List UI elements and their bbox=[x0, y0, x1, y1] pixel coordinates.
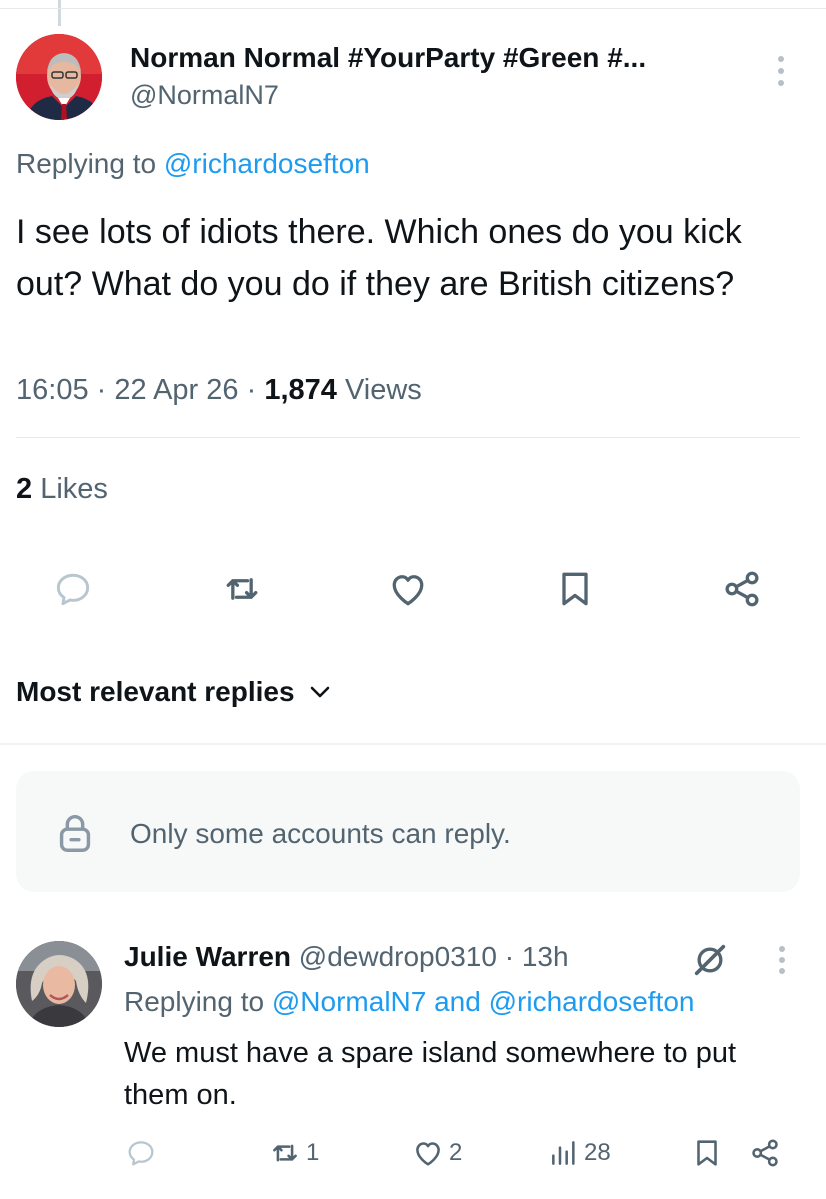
likes-label: Likes bbox=[40, 473, 108, 505]
reply-share-button[interactable] bbox=[748, 1136, 782, 1170]
replies-sort-label: Most relevant replies bbox=[16, 676, 295, 707]
reply-header: Julie Warren @dewdrop0310 · 13h bbox=[124, 941, 569, 973]
share-button[interactable] bbox=[714, 561, 770, 617]
meta-separator: · bbox=[504, 941, 515, 972]
tweet-text: I see lots of idiots there. Which ones d… bbox=[16, 213, 742, 303]
retweet-icon bbox=[273, 1144, 297, 1162]
reply-views-count: 28 bbox=[584, 1139, 611, 1166]
reply-retweet-count: 1 bbox=[306, 1139, 320, 1166]
views-label: Views bbox=[344, 374, 422, 406]
author-handle[interactable]: @NormalN7 bbox=[130, 80, 279, 111]
retweet-icon bbox=[226, 578, 258, 600]
reply-author-name[interactable]: Julie Warren bbox=[124, 941, 291, 972]
reply-views-button[interactable]: 28 bbox=[548, 1136, 611, 1170]
reply-author-avatar[interactable] bbox=[16, 941, 102, 1027]
views-count: 1,874 bbox=[264, 374, 337, 406]
bookmark-button[interactable] bbox=[547, 561, 603, 617]
likes-summary[interactable]: 2 Likes bbox=[16, 473, 108, 506]
replying-to: Replying to @richardosefton bbox=[16, 148, 370, 180]
reply-time[interactable]: 13h bbox=[522, 941, 569, 972]
avatar-image bbox=[16, 941, 102, 1027]
reply-more-options-icon[interactable] bbox=[772, 944, 792, 980]
likes-count: 2 bbox=[16, 473, 33, 505]
author-name[interactable]: Norman Normal #YourParty #Green #... bbox=[130, 42, 646, 74]
grok-icon[interactable] bbox=[690, 940, 730, 985]
reply-like-button[interactable]: 2 bbox=[411, 1136, 462, 1170]
lock-icon bbox=[52, 810, 98, 861]
replying-prefix: Replying to bbox=[16, 148, 157, 179]
reply-reply-button[interactable] bbox=[124, 1136, 158, 1170]
bookmark-icon bbox=[562, 572, 588, 606]
share-icon bbox=[725, 571, 759, 607]
reply-icon bbox=[56, 573, 90, 606]
avatar-image bbox=[16, 34, 102, 120]
more-options-icon[interactable] bbox=[771, 54, 791, 90]
tweet-date[interactable]: 22 Apr 26 bbox=[114, 374, 238, 406]
replying-mention[interactable]: @NormalN7 bbox=[272, 986, 426, 1017]
like-button[interactable] bbox=[380, 561, 436, 617]
reply-button[interactable] bbox=[45, 561, 101, 617]
replying-mention[interactable]: @richardosefton bbox=[489, 986, 695, 1017]
reply-like-count: 2 bbox=[449, 1139, 463, 1166]
replying-and: and bbox=[434, 986, 481, 1017]
author-avatar[interactable] bbox=[16, 34, 102, 120]
replies-sort-dropdown[interactable]: Most relevant replies bbox=[16, 676, 331, 708]
divider bbox=[16, 437, 800, 438]
reply-icon bbox=[128, 1141, 154, 1166]
divider bbox=[0, 743, 826, 745]
bookmark-icon bbox=[697, 1140, 717, 1166]
reply-restriction-text: Only some accounts can reply. bbox=[130, 818, 511, 849]
like-icon bbox=[416, 1142, 440, 1166]
views-icon bbox=[552, 1141, 575, 1165]
reply-retweet-button[interactable]: 1 bbox=[268, 1136, 319, 1170]
like-icon bbox=[392, 575, 424, 606]
divider bbox=[0, 8, 826, 9]
reply-author-handle[interactable]: @dewdrop0310 bbox=[299, 941, 497, 972]
meta-separator: · bbox=[246, 374, 257, 406]
tweet-time[interactable]: 16:05 bbox=[16, 374, 89, 406]
share-icon bbox=[752, 1139, 778, 1167]
chevron-down-icon bbox=[310, 686, 329, 698]
reply-replying-to: Replying to @NormalN7 and @richardosefto… bbox=[124, 986, 694, 1018]
retweet-button[interactable] bbox=[214, 561, 270, 617]
meta-separator: · bbox=[96, 374, 107, 406]
reply-text: We must have a spare island somewhere to… bbox=[124, 1037, 737, 1111]
thread-line bbox=[58, 0, 61, 26]
replying-mention[interactable]: @richardosefton bbox=[164, 148, 370, 179]
reply-bookmark-button[interactable] bbox=[690, 1136, 724, 1170]
tweet-meta: 16:05 · 22 Apr 26 · 1,874 Views bbox=[16, 374, 422, 407]
replying-prefix: Replying to bbox=[124, 986, 265, 1017]
